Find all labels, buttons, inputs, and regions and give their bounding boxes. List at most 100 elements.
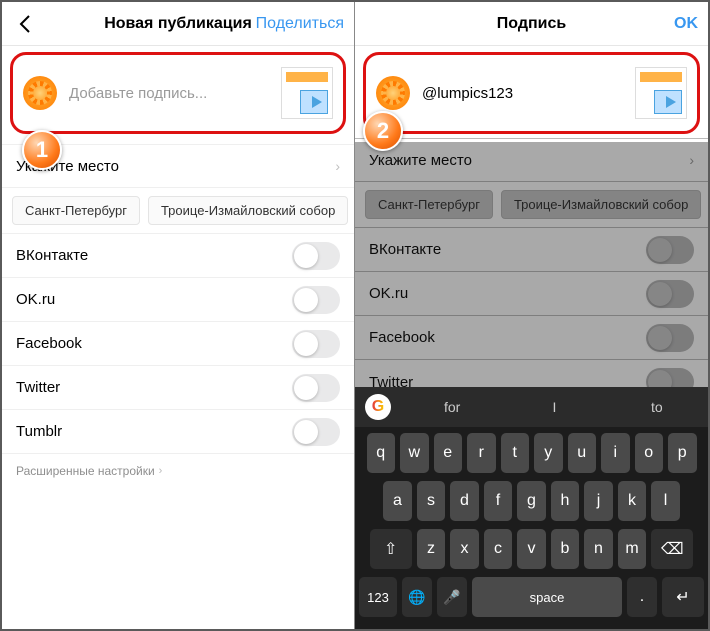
share-facebook: Facebook bbox=[355, 316, 708, 360]
share-vk: ВКонтакте bbox=[355, 228, 708, 272]
caption-area[interactable]: Добавьте подпись... bbox=[10, 52, 346, 134]
key-c[interactable]: c bbox=[484, 529, 513, 569]
key-g[interactable]: g bbox=[517, 481, 546, 521]
toggle[interactable] bbox=[646, 236, 694, 264]
key-s[interactable]: s bbox=[417, 481, 446, 521]
key-q[interactable]: q bbox=[367, 433, 396, 473]
key-space[interactable]: space bbox=[472, 577, 622, 617]
advanced-settings-label: Расширенные настройки bbox=[16, 464, 155, 478]
ok-button[interactable]: OK bbox=[674, 2, 698, 46]
dimmed-background: Укажите место › Санкт-Петербург Троице-И… bbox=[355, 138, 708, 404]
location-chip[interactable]: Санкт-Петербург bbox=[12, 196, 140, 225]
key-r[interactable]: r bbox=[467, 433, 496, 473]
key-f[interactable]: f bbox=[484, 481, 513, 521]
location-chip[interactable]: Троице-Измайловский собор bbox=[148, 196, 348, 225]
location-add-text: Укажите место bbox=[369, 152, 472, 169]
header: Подпись OK bbox=[355, 2, 708, 46]
suggestion[interactable]: I bbox=[503, 399, 605, 415]
share-button[interactable]: Поделиться bbox=[256, 2, 344, 46]
key-row-1: q w e r t y u i o p bbox=[359, 433, 704, 473]
google-icon[interactable]: G bbox=[365, 394, 391, 420]
key-p[interactable]: p bbox=[668, 433, 697, 473]
key-z[interactable]: z bbox=[417, 529, 446, 569]
page-title: Подпись bbox=[497, 15, 566, 33]
chevron-right-icon: › bbox=[159, 465, 163, 477]
key-e[interactable]: e bbox=[434, 433, 463, 473]
toggle[interactable] bbox=[292, 330, 340, 358]
avatar bbox=[23, 76, 57, 110]
key-a[interactable]: a bbox=[383, 481, 412, 521]
key-b[interactable]: b bbox=[551, 529, 580, 569]
key-row-4: 123 🌐 🎤 space . ↵ bbox=[359, 577, 704, 617]
key-period[interactable]: . bbox=[627, 577, 657, 617]
suggestion[interactable]: to bbox=[606, 399, 708, 415]
key-row-3: ⇧ z x c v b n m ⌫ bbox=[359, 529, 704, 569]
key-m[interactable]: m bbox=[618, 529, 647, 569]
key-shift[interactable]: ⇧ bbox=[370, 529, 412, 569]
network-label: Facebook bbox=[16, 335, 82, 352]
key-y[interactable]: y bbox=[534, 433, 563, 473]
share-vk: ВКонтакте bbox=[2, 234, 354, 278]
location-row[interactable]: Укажите место › bbox=[355, 138, 708, 182]
location-suggestions: Санкт-Петербург Троице-Измайловский собо… bbox=[355, 182, 708, 228]
network-label: OK.ru bbox=[369, 285, 408, 302]
network-label: Facebook bbox=[369, 329, 435, 346]
key-d[interactable]: d bbox=[450, 481, 479, 521]
advanced-settings[interactable]: Расширенные настройки › bbox=[2, 454, 354, 488]
network-label: ВКонтакте bbox=[16, 247, 88, 264]
chevron-right-icon: › bbox=[689, 152, 694, 168]
toggle[interactable] bbox=[292, 242, 340, 270]
page-title: Новая публикация bbox=[104, 15, 252, 33]
key-o[interactable]: o bbox=[635, 433, 664, 473]
share-okru: OK.ru bbox=[355, 272, 708, 316]
toggle[interactable] bbox=[292, 418, 340, 446]
back-button[interactable] bbox=[10, 2, 40, 46]
key-mic[interactable]: 🎤 bbox=[437, 577, 467, 617]
key-enter[interactable]: ↵ bbox=[662, 577, 704, 617]
key-backspace[interactable]: ⌫ bbox=[651, 529, 693, 569]
annotation-step-1: 1 bbox=[22, 130, 62, 170]
key-i[interactable]: i bbox=[601, 433, 630, 473]
location-chip[interactable]: Троице-Измайловский собор bbox=[501, 190, 701, 219]
suggestion[interactable]: for bbox=[401, 399, 503, 415]
share-facebook: Facebook bbox=[2, 322, 354, 366]
share-okru: OK.ru bbox=[2, 278, 354, 322]
toggle[interactable] bbox=[646, 280, 694, 308]
avatar bbox=[376, 76, 410, 110]
location-chip[interactable]: Санкт-Петербург bbox=[365, 190, 493, 219]
toggle[interactable] bbox=[646, 324, 694, 352]
key-x[interactable]: x bbox=[450, 529, 479, 569]
key-globe[interactable]: 🌐 bbox=[402, 577, 432, 617]
key-v[interactable]: v bbox=[517, 529, 546, 569]
post-thumbnail[interactable] bbox=[635, 67, 687, 119]
screen-caption-edit: Подпись OK @lumpics123 Укажите место › С… bbox=[355, 2, 708, 629]
suggestion-bar: G for I to bbox=[355, 387, 708, 427]
keyboard: G for I to q w e r t y u i o p bbox=[355, 387, 708, 629]
network-label: OK.ru bbox=[16, 291, 55, 308]
toggle[interactable] bbox=[292, 286, 340, 314]
chevron-right-icon: › bbox=[335, 158, 340, 174]
network-label: Tumblr bbox=[16, 423, 62, 440]
key-row-2: a s d f g h j k l bbox=[359, 481, 704, 521]
chevron-left-icon bbox=[18, 14, 32, 34]
key-j[interactable]: j bbox=[584, 481, 613, 521]
post-thumbnail[interactable] bbox=[281, 67, 333, 119]
caption-input[interactable]: @lumpics123 bbox=[422, 85, 635, 102]
location-suggestions: Санкт-Петербург Троице-Измайловский собо… bbox=[2, 188, 354, 234]
screen-new-post: Новая публикация Поделиться Добавьте под… bbox=[2, 2, 355, 629]
key-n[interactable]: n bbox=[584, 529, 613, 569]
network-label: ВКонтакте bbox=[369, 241, 441, 258]
key-l[interactable]: l bbox=[651, 481, 680, 521]
key-u[interactable]: u bbox=[568, 433, 597, 473]
toggle[interactable] bbox=[292, 374, 340, 402]
key-123[interactable]: 123 bbox=[359, 577, 397, 617]
annotation-step-2: 2 bbox=[363, 111, 403, 151]
share-twitter: Twitter bbox=[2, 366, 354, 410]
key-k[interactable]: k bbox=[618, 481, 647, 521]
caption-area[interactable]: @lumpics123 bbox=[363, 52, 700, 134]
key-w[interactable]: w bbox=[400, 433, 429, 473]
key-h[interactable]: h bbox=[551, 481, 580, 521]
caption-input[interactable]: Добавьте подпись... bbox=[69, 85, 281, 102]
key-t[interactable]: t bbox=[501, 433, 530, 473]
header: Новая публикация Поделиться bbox=[2, 2, 354, 46]
